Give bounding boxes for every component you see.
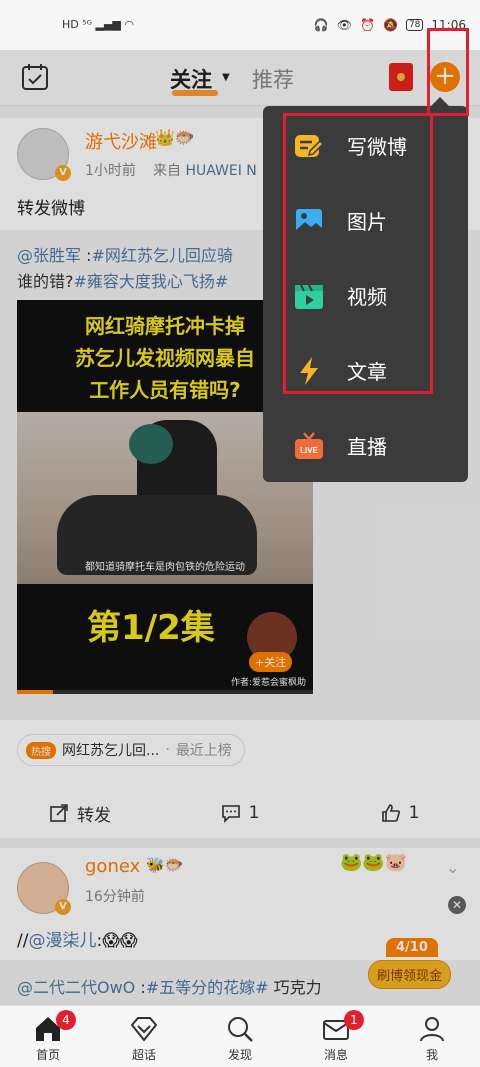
diamond-icon [130,1017,158,1042]
nav-profile[interactable]: 我 [384,1006,480,1067]
nav-supertopic[interactable]: 超话 [96,1006,192,1067]
svg-text:LIVE: LIVE [300,446,318,455]
highlight-box-menu [283,113,433,394]
menu-item-live[interactable]: LIVE 直播 [263,408,468,483]
alarm-icon: ⏰ [360,18,375,32]
highlight-box-plus [427,28,469,116]
battery-indicator: 78 [405,19,424,31]
notification-badge: 1 [344,1010,364,1030]
headphones-icon: 🎧 [313,18,329,32]
nav-home[interactable]: 4 首页 [0,1006,96,1067]
mute-icon: 🔕 [383,18,398,32]
nav-messages[interactable]: 1 消息 [288,1006,384,1067]
bottom-nav: 4 首页 超话 发现 1 消息 我 [0,1005,480,1067]
status-bar: HD ⁵ᴳ ▂▄▆ ◠ 🎧 👁 ⏰ 🔕 78 11:06 [0,0,480,50]
search-icon [228,1017,253,1042]
live-icon: LIVE [293,430,325,462]
eye-icon: 👁 [336,18,353,32]
person-icon [420,1017,444,1042]
network-status: HD ⁵ᴳ ▂▄▆ ◠ [62,18,134,31]
notification-badge: 4 [56,1010,76,1030]
nav-discover[interactable]: 发现 [192,1006,288,1067]
